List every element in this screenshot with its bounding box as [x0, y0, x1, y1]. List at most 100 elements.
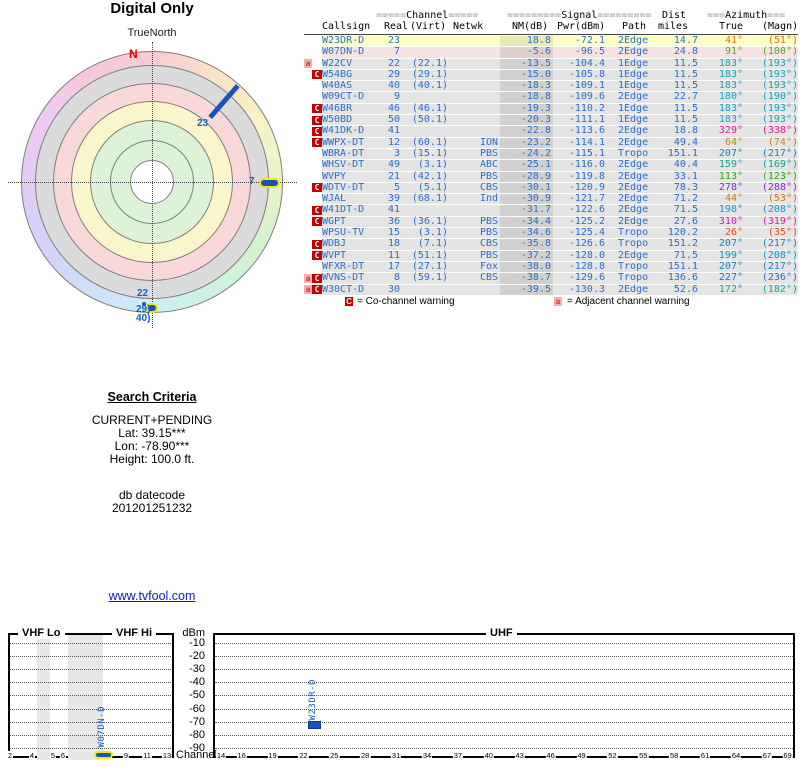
channel-tick-label: 61	[699, 751, 711, 760]
height-value: Height: 100.0 ft.	[109, 452, 195, 466]
noise-margin-cell: -34.6	[500, 227, 553, 239]
callsign-cell: W40AS	[322, 80, 384, 92]
noise-margin-cell: -18.8	[500, 92, 553, 103]
callsign-cell: WDTV-DT	[322, 182, 384, 194]
callsign-cell: W07DN-D	[322, 46, 384, 58]
co-channel-warning-slot	[312, 47, 322, 57]
callsign-cell: WGPT	[322, 216, 384, 228]
dbm-gridline	[215, 643, 793, 644]
channel-tick-label: 22	[298, 751, 309, 760]
virtual-channel-cell	[400, 284, 448, 295]
azimuth-true-cell: 183°	[698, 80, 743, 92]
col-header-virt: (Virt)	[410, 21, 447, 32]
noise-margin-cell: -20.3	[500, 114, 553, 126]
col-header-netwk: Netwk	[453, 21, 484, 32]
adjacent-warning-slot	[304, 194, 312, 204]
group-header-signal: =========Signal=========	[507, 10, 652, 21]
virtual-channel-cell: (7.1)	[400, 239, 448, 250]
virtual-channel-cell: (3.1)	[400, 227, 448, 239]
adjacent-warning-slot	[304, 47, 312, 57]
table-row: WHSV-DT 49 (3.1) ABC -25.1 -116.0 2Edge 40.4 159…	[304, 159, 798, 171]
network-cell	[448, 103, 500, 115]
co-channel-warning-slot	[312, 160, 322, 170]
callsign-cell: WPSU-TV	[322, 227, 384, 239]
channel-tick-label: 67	[761, 751, 773, 760]
channel-tick-label: 58	[669, 751, 680, 760]
virtual-channel-cell	[400, 92, 448, 103]
col-header-miles: miles	[658, 21, 689, 32]
path-cell: 2Edge	[605, 126, 655, 137]
network-cell: PBS	[448, 171, 500, 182]
distance-cell: 49.4	[655, 137, 698, 148]
callsign-cell: WVPY	[322, 171, 384, 182]
co-channel-warning-badge: C	[312, 183, 322, 193]
compass-north-letter: N	[129, 47, 138, 61]
power-cell: -129.6	[553, 272, 605, 284]
azimuth-true-cell: 207°	[698, 148, 743, 160]
noise-margin-cell: -23.2	[500, 137, 553, 148]
power-cell: -128.0	[553, 250, 605, 261]
power-cell: -109.6	[553, 92, 605, 103]
channel-tick-label: 55	[638, 751, 649, 760]
adjacent-warning-slot	[304, 251, 312, 261]
network-cell	[448, 81, 500, 92]
noise-margin-cell: -34.4	[500, 216, 553, 228]
noise-margin-cell: -38.7	[500, 272, 553, 284]
virtual-channel-cell	[400, 47, 448, 58]
azimuth-true-cell: 278°	[698, 182, 743, 194]
adjacent-warning-slot	[304, 239, 312, 249]
distance-cell: 18.8	[655, 126, 698, 137]
table-row: W07DN-D 7 -5.6 -96.5 2Edge 24.8 91° (100°)	[304, 46, 798, 58]
azimuth-magnetic-cell: (217°)	[743, 261, 798, 273]
path-cell: 1Edge	[605, 80, 655, 92]
channel-tick-label: 16	[236, 751, 247, 760]
dbm-gridline	[10, 643, 171, 644]
table-legend: C = Co-channel warning a = Adjacent chan…	[304, 296, 798, 307]
tvfool-link[interactable]: www.tvfool.com	[109, 589, 196, 603]
co-channel-warning-badge: C	[312, 273, 322, 283]
azimuth-true-cell: 199°	[698, 250, 743, 261]
dbm-tick-label: -80	[189, 728, 205, 741]
dbm-gridline	[215, 695, 793, 697]
virtual-channel-cell: (60.1)	[400, 137, 448, 148]
network-cell	[448, 284, 500, 295]
table-row: C W41DT-D 41 -31.7 -122.6 2Edge 71.5 198° (208°)	[304, 205, 798, 216]
noise-margin-cell: -15.0	[500, 69, 553, 81]
azimuth-true-cell: 207°	[698, 239, 743, 250]
table-row: C WDBJ 18 (7.1) CBS -35.8 -126.6 Tropo 151.2 207°…	[304, 239, 798, 250]
azimuth-true-cell: 207°	[698, 261, 743, 273]
virtual-channel-cell: (22.1)	[400, 58, 448, 69]
channel-tick-label: 46	[545, 751, 556, 760]
azimuth-magnetic-cell: (74°)	[743, 137, 798, 148]
adjacent-warning-badge: a	[304, 273, 312, 283]
dbm-gridline	[10, 682, 171, 684]
distance-cell: 27.6	[655, 216, 698, 228]
dbm-gridline	[10, 721, 171, 723]
co-channel-warning-slot	[312, 194, 322, 204]
noise-margin-cell: -22.8	[500, 126, 553, 137]
channel-tick-label: 28	[360, 751, 371, 760]
distance-cell: 52.6	[655, 284, 698, 295]
channel-tick-label: 13	[161, 751, 173, 760]
distance-cell: 11.5	[655, 114, 698, 126]
real-channel-cell: 36	[384, 216, 400, 228]
network-cell: Fox	[448, 261, 500, 273]
table-row: C WWPX-DT 12 (60.1) ION -23.2 -114.1 2Edge 49.4 6…	[304, 137, 798, 148]
power-cell: -130.3	[553, 284, 605, 295]
adjacent-warning-slot	[304, 149, 312, 159]
distance-cell: 120.2	[655, 227, 698, 239]
dbm-tick-label: -50	[189, 689, 205, 702]
azimuth-magnetic-cell: (53°)	[743, 193, 798, 205]
distance-cell: 71.5	[655, 205, 698, 216]
adjacent-warning-slot	[304, 115, 312, 125]
distance-cell: 11.5	[655, 80, 698, 92]
co-channel-warning-slot	[312, 228, 322, 238]
dbm-tick-label: -90	[189, 741, 205, 754]
distance-cell: 71.5	[655, 250, 698, 261]
channel-tick-label: 19	[267, 751, 278, 760]
path-cell: 2Edge	[605, 137, 655, 148]
path-cell: 2Edge	[605, 250, 655, 261]
virtual-channel-cell: (36.1)	[400, 216, 448, 228]
adjacent-channel-badge: a	[554, 296, 562, 306]
azimuth-true-cell: 227°	[698, 272, 743, 284]
